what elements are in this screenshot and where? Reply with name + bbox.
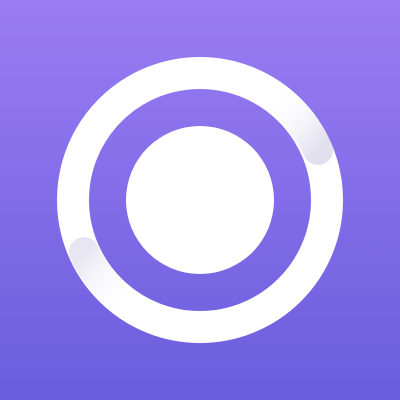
app-icon-artwork bbox=[0, 0, 400, 400]
app-icon bbox=[0, 0, 400, 400]
center-dot bbox=[126, 126, 274, 274]
